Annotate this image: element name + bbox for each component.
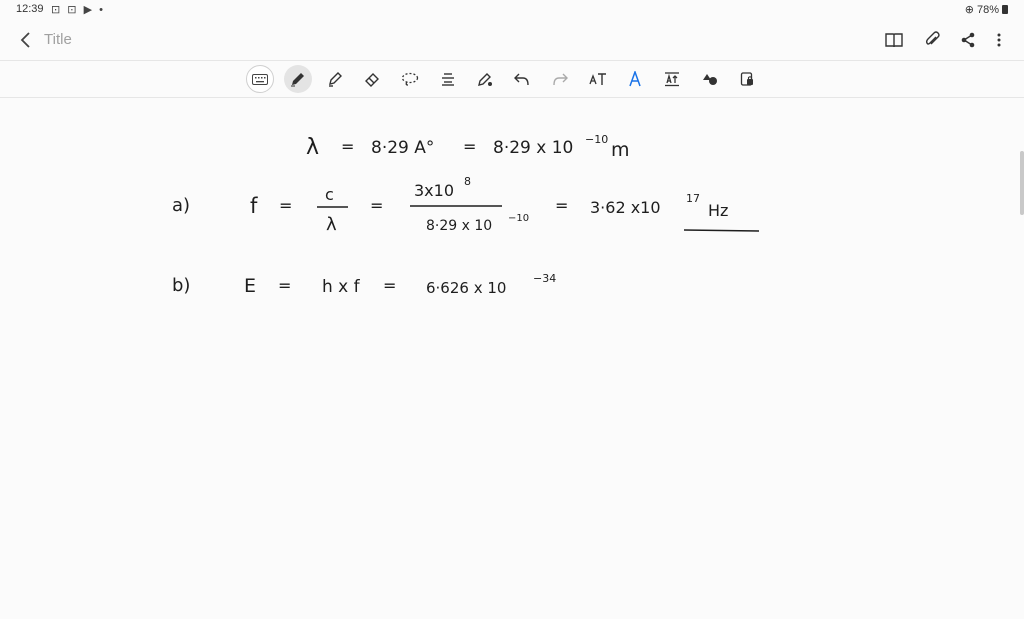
numerator-exponent: 8 xyxy=(464,175,471,188)
lasso-icon xyxy=(401,72,419,86)
wavelength-base: 8·29 x 10 xyxy=(493,138,573,158)
attach-icon xyxy=(925,31,940,45)
wavelength-exponent: −10 xyxy=(585,133,608,146)
planck-constant-base: 6·626 x 10 xyxy=(426,279,506,297)
drawing-toolbar xyxy=(0,60,1024,98)
energy-expression: h x f xyxy=(322,277,361,297)
battery-percent: 78% xyxy=(976,3,999,16)
equals-sign: = xyxy=(279,196,292,215)
screenshot-icon: ⊡ xyxy=(67,4,79,16)
eraser-tool[interactable] xyxy=(358,65,386,93)
notification-dot-icon: • xyxy=(99,4,105,16)
part-a-label: a) xyxy=(172,195,190,216)
pen-tool[interactable] xyxy=(284,65,312,93)
share-button[interactable] xyxy=(956,28,980,52)
energy-symbol: E xyxy=(244,275,256,297)
undo-button[interactable] xyxy=(508,65,536,93)
lock-icon xyxy=(740,72,753,86)
share-icon xyxy=(961,32,975,48)
more-icon xyxy=(997,33,1001,47)
color-palette-tool[interactable] xyxy=(696,65,724,93)
equals-sign: = xyxy=(278,276,291,295)
play-store-icon: ▶ xyxy=(83,4,95,16)
battery-indicator: ⊕ 78% xyxy=(965,3,1008,16)
battery-saver-icon: ⊕ xyxy=(964,4,974,16)
book-view-button[interactable] xyxy=(882,28,906,52)
result-underline xyxy=(683,229,760,232)
frequency-result-base: 3·62 x10 xyxy=(590,198,661,217)
status-bar: 12:39 ⊡ ⊡ ▶ • ⊕ 78% xyxy=(0,0,1024,20)
redo-icon xyxy=(553,73,568,86)
denominator-base: 8·29 x 10 xyxy=(426,218,492,234)
equals-sign: = xyxy=(555,196,568,215)
attach-button[interactable] xyxy=(920,28,944,52)
equals-sign: = xyxy=(463,137,476,156)
redo-button[interactable] xyxy=(546,65,574,93)
frequency-unit: Hz xyxy=(708,201,728,220)
frequency-symbol: f xyxy=(250,194,258,218)
undo-icon xyxy=(514,73,529,86)
keyboard-icon xyxy=(252,73,268,85)
battery-icon xyxy=(1002,5,1008,14)
pen-settings-tool[interactable] xyxy=(471,65,499,93)
keyboard-tool[interactable] xyxy=(246,65,274,93)
book-view-icon xyxy=(885,33,903,48)
handwriting-layer: λ = 8·29 A° = 8·29 x 10 −10 m a) f = c λ… xyxy=(172,133,760,297)
part-b-label: b) xyxy=(172,275,190,296)
shape-recognition-icon xyxy=(629,71,641,87)
status-time: 12:39 xyxy=(16,3,44,15)
insert-space-tool[interactable] xyxy=(658,65,686,93)
shape-recognition-tool[interactable] xyxy=(621,65,649,93)
eraser-icon xyxy=(365,73,379,87)
pen-settings-icon xyxy=(478,73,492,86)
more-options-button[interactable] xyxy=(987,28,1011,52)
back-button[interactable] xyxy=(14,28,38,52)
wavelength-unit: m xyxy=(611,139,630,161)
wavelength-value: 8·29 A° xyxy=(371,138,434,158)
lock-tool[interactable] xyxy=(733,65,761,93)
fraction-denominator-lambda: λ xyxy=(326,214,337,235)
scroll-handle[interactable] xyxy=(1020,151,1024,215)
color-palette-icon xyxy=(703,74,717,85)
handwriting-to-text-tool[interactable] xyxy=(584,65,612,93)
equals-sign: = xyxy=(341,137,354,156)
back-icon xyxy=(20,32,30,48)
planck-constant-exponent: −34 xyxy=(533,272,556,285)
lambda-symbol: λ xyxy=(306,135,319,160)
note-header: Title xyxy=(0,22,1024,58)
screenshot-icon: ⊡ xyxy=(51,4,63,16)
note-canvas[interactable]: λ = 8·29 A° = 8·29 x 10 −10 m a) f = c λ… xyxy=(0,97,1024,614)
handwriting-to-text-icon xyxy=(589,73,606,85)
equals-sign: = xyxy=(383,276,396,295)
numerator-base: 3x10 xyxy=(414,181,454,200)
title-input[interactable]: Title xyxy=(44,31,72,48)
pen-icon xyxy=(291,73,304,87)
text-format-tool[interactable] xyxy=(434,65,462,93)
highlighter-icon xyxy=(329,72,342,87)
insert-space-icon xyxy=(665,72,679,87)
notification-icons: ⊡ ⊡ ▶ • xyxy=(51,3,105,16)
frequency-result-exponent: 17 xyxy=(686,192,700,205)
highlighter-tool[interactable] xyxy=(321,65,349,93)
equals-sign: = xyxy=(370,196,383,215)
lasso-tool[interactable] xyxy=(396,65,424,93)
fraction-numerator-c: c xyxy=(325,185,334,204)
text-format-icon xyxy=(442,73,454,86)
denominator-exponent: −10 xyxy=(508,213,529,224)
